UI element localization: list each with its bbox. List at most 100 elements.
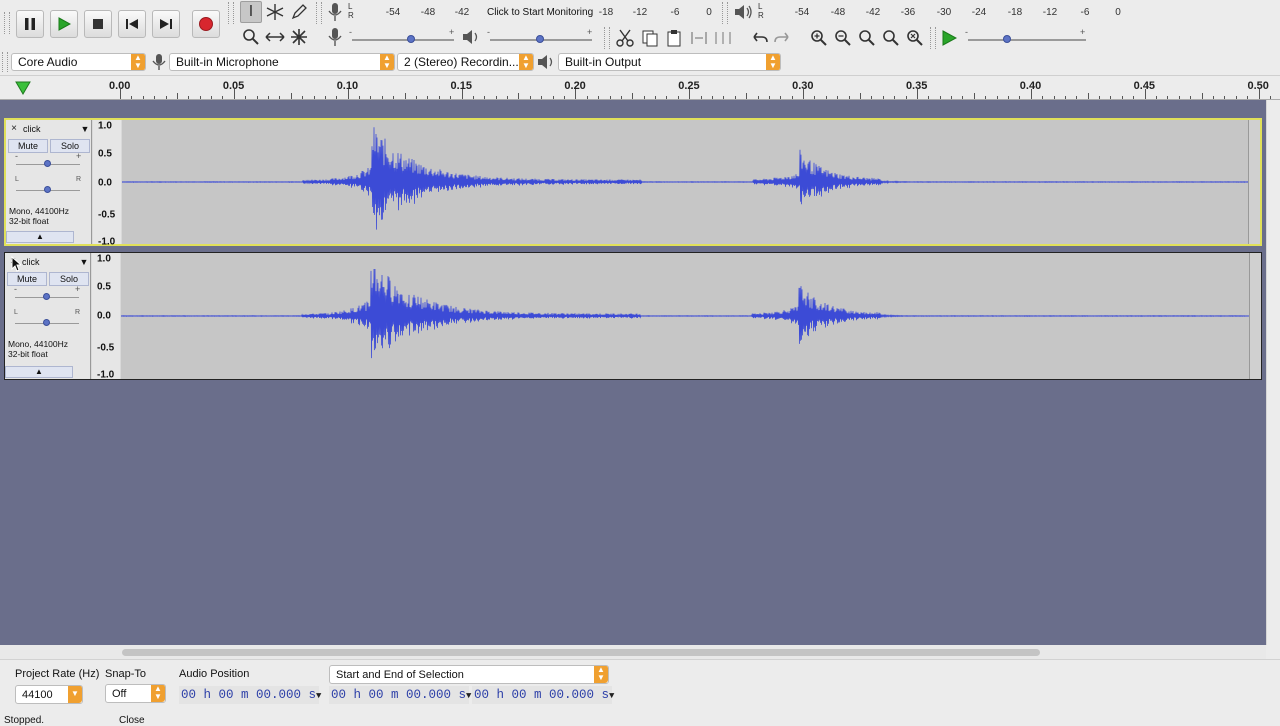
zoom-out-button[interactable] [832,27,854,49]
play-speed-slider[interactable] [968,39,1086,41]
ruler-tick [484,96,486,99]
toolbar-grip[interactable] [4,12,10,34]
pause-button[interactable] [16,10,44,38]
record-meter-button[interactable] [324,1,346,23]
time-format-arrow-icon[interactable]: ▼ [466,691,471,701]
asterisk-icon [291,29,307,45]
audio-position-time[interactable]: 00 h 00 m 00.000 s▼ [179,686,321,704]
input-volume-thumb[interactable] [407,35,415,43]
fit-selection-button[interactable] [856,27,878,49]
toolbar-grip[interactable] [2,52,8,72]
silence-audio-button[interactable] [712,27,734,49]
redo-button[interactable] [772,27,794,49]
ruler-tick [803,89,805,99]
play-at-speed-button[interactable] [938,27,960,49]
copy-button[interactable] [639,27,661,49]
ruler-tick [575,89,577,99]
selection-tool-button[interactable]: I [240,1,262,23]
track-name-button[interactable]: click [20,124,80,134]
track-menu-dropdown-icon[interactable]: ▼ [79,257,89,267]
trim-audio-button[interactable] [688,27,710,49]
time-format-arrow-icon[interactable]: ▼ [609,691,614,701]
toolbar-grip[interactable] [930,27,936,49]
toolbar-grip[interactable] [228,2,234,24]
solo-button[interactable]: Solo [50,139,90,153]
status-text: Stopped. [4,715,45,726]
play-meter-button[interactable] [732,1,754,23]
monitoring-hint[interactable]: Click to Start Monitoring [487,7,593,18]
input-volume-slider[interactable] [352,39,454,41]
track-end-handle[interactable] [1249,253,1261,379]
ruler-tick [609,96,611,99]
selection-mode-dropdown[interactable]: Start and End of Selection ▲ ▼ [329,665,609,684]
collapse-track-button[interactable]: ▲ [6,231,74,243]
ruler-tick [939,96,941,99]
tracks-area[interactable]: × click ▼ Mute Solo - + L R Mono, 44100H… [0,100,1266,645]
horizontal-scrollbar[interactable] [0,645,1266,659]
speaker-icon [735,5,752,19]
audio-track[interactable]: × click ▼ Mute Solo - + L R Mono, 44100H… [4,118,1262,248]
fit-project-button[interactable] [880,27,902,49]
recording-device-dropdown[interactable]: Built-in Microphone ▲ ▼ [169,53,395,71]
skip-to-start-button[interactable] [118,10,146,38]
undo-button[interactable] [748,27,770,49]
gain-slider-thumb[interactable] [44,160,51,167]
playback-meter[interactable]: -54 -48 -42 -36 -30 -24 -18 -12 -6 0 [766,4,1130,20]
draw-tool-button[interactable] [288,1,310,23]
toolbar-grip[interactable] [722,2,728,24]
track-end-handle[interactable] [1248,120,1260,244]
mute-button[interactable]: Mute [7,272,47,286]
snap-to-dropdown[interactable]: Off ▲ ▼ [105,684,166,703]
selection-start-time[interactable]: 00 h 00 m 00.000 s▼ [329,686,471,704]
playback-device-dropdown[interactable]: Built-in Output ▲ ▼ [558,53,781,71]
ruler-tick [632,93,634,99]
solo-button[interactable]: Solo [49,272,89,286]
vertical-scrollbar[interactable] [1266,100,1280,645]
waveform-display[interactable] [121,253,1249,379]
mute-button[interactable]: Mute [8,139,48,153]
pan-slider-thumb[interactable] [43,319,50,326]
timeline-ruler[interactable]: 0.00 0.05 0.10 0.15 0.20 0.25 0.30 0.35 0.40 0.45… [0,76,1280,100]
toolbar-grip[interactable] [316,2,322,24]
time-format-arrow-icon[interactable]: ▼ [316,691,321,701]
selection-end-time[interactable]: 00 h 00 m 00.000 s▼ [472,686,614,704]
ruler-tick [916,89,918,99]
track-control-panel[interactable]: × click ▼ Mute Solo - + L R Mono, 44100H… [6,120,92,244]
zoom-tool-button[interactable] [240,26,262,48]
audio-track[interactable]: × click ▼ Mute Solo - + L R Mono, 44100H… [4,252,1262,381]
amplitude-scale[interactable]: 1.0 0.5 0.0 -0.5 -1.0 [92,253,120,381]
record-button[interactable] [192,10,220,38]
output-volume-thumb[interactable] [536,35,544,43]
track-menu-dropdown-icon[interactable]: ▼ [80,124,90,134]
ruler-tick [586,96,588,99]
pan-slider-thumb[interactable] [44,186,51,193]
waveform-display[interactable] [122,120,1250,244]
cut-button[interactable] [614,27,636,49]
amplitude-scale-label: 0.0 [98,177,112,189]
project-rate-dropdown[interactable]: 44100 ▼ [15,685,83,704]
collapse-track-button[interactable]: ▲ [5,366,73,378]
close-track-icon[interactable]: × [8,123,20,134]
undo-icon [753,32,768,43]
horizontal-scrollbar-thumb[interactable] [122,649,1040,656]
envelope-tool-button[interactable] [264,1,286,23]
audio-host-dropdown[interactable]: Core Audio ▲ ▼ [11,53,146,71]
track-name-button[interactable]: click [19,257,79,267]
stop-button[interactable] [84,10,112,38]
zoom-in-button[interactable] [808,27,830,49]
play-speed-thumb[interactable] [1003,35,1011,43]
multi-tool-button[interactable] [288,26,310,48]
ruler-tick [268,96,269,99]
paste-button[interactable] [663,27,685,49]
zoom-toggle-button[interactable] [904,27,926,49]
skip-to-end-button[interactable] [152,10,180,38]
amplitude-scale[interactable]: 1.0 0.5 0.0 -0.5 -1.0 [93,120,121,248]
recording-channels-dropdown[interactable]: 2 (Stereo) Recordin... ▲ ▼ [397,53,534,71]
gain-slider-thumb[interactable] [43,293,50,300]
play-button[interactable] [50,10,78,38]
ruler-tick [142,96,144,99]
ruler-tick [438,96,440,99]
toolbar-grip[interactable] [604,27,610,49]
time-shift-tool-button[interactable] [264,26,286,48]
selection-mode-value: Start and End of Selection [336,669,464,681]
